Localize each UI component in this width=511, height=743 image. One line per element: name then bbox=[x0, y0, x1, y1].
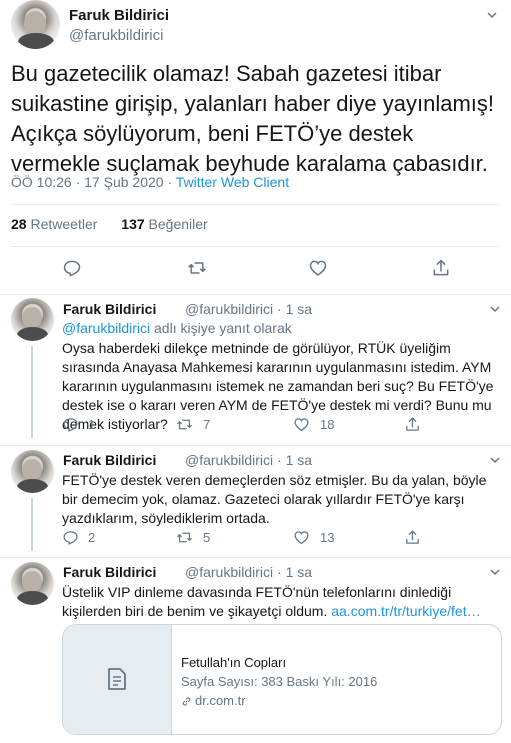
author-name[interactable]: Faruk Bildirici bbox=[63, 452, 156, 468]
document-icon bbox=[108, 668, 126, 690]
like-count: 18 bbox=[320, 417, 335, 432]
chevron-down-icon[interactable] bbox=[490, 304, 500, 314]
reply-icon[interactable] bbox=[62, 529, 79, 546]
author-name[interactable]: Faruk Bildirici bbox=[63, 301, 156, 317]
retweet-count: 5 bbox=[203, 530, 211, 545]
reply-link[interactable]: aa.com.tr/tr/turkiye/fet… bbox=[331, 603, 480, 619]
card-domain-row: dr.com.tr bbox=[181, 693, 246, 708]
heart-icon[interactable] bbox=[293, 529, 310, 546]
reply-text: Üstelik VIP dinleme davasında FETÖ'nün t… bbox=[62, 583, 502, 621]
avatar[interactable] bbox=[11, 562, 54, 605]
reply-count: 2 bbox=[88, 530, 96, 545]
reply-actions: 2 5 13 bbox=[0, 529, 511, 549]
author-name[interactable]: Faruk Bildirici bbox=[63, 564, 156, 580]
reply-count: 1 bbox=[88, 417, 96, 432]
retweet-count: 7 bbox=[203, 417, 211, 432]
card-title: Fetullah'ın Copları bbox=[181, 655, 287, 670]
retweet-icon[interactable] bbox=[176, 416, 193, 433]
reply-icon[interactable] bbox=[62, 416, 79, 433]
reply-actions: 1 7 18 bbox=[0, 416, 511, 436]
divider bbox=[0, 557, 511, 558]
reply-text: FETÖ'ye destek veren demeçlerden söz etm… bbox=[62, 472, 487, 526]
avatar[interactable] bbox=[11, 450, 54, 493]
card-thumbnail bbox=[63, 625, 172, 734]
like-count: 13 bbox=[320, 530, 335, 545]
reply-to-line: @farukbildirici adlı kişiye yanıt olarak bbox=[62, 320, 292, 336]
reply-to-handle[interactable]: @farukbildirici bbox=[62, 320, 150, 336]
reply-tweet: Faruk Bildirici @farukbildirici · 1 sa @… bbox=[0, 0, 511, 743]
chevron-down-icon[interactable] bbox=[490, 567, 500, 577]
handle-time[interactable]: @farukbildirici · 1 sa bbox=[185, 452, 312, 468]
retweet-icon[interactable] bbox=[176, 529, 193, 546]
heart-icon[interactable] bbox=[293, 416, 310, 433]
share-icon[interactable] bbox=[404, 416, 421, 433]
handle-time[interactable]: @farukbildirici · 1 sa bbox=[185, 564, 312, 580]
card-domain: dr.com.tr bbox=[195, 693, 246, 708]
handle-time[interactable]: @farukbildirici · 1 sa bbox=[185, 301, 312, 317]
share-icon[interactable] bbox=[404, 529, 421, 546]
link-card[interactable]: Fetullah'ın Copları Sayfa Sayısı: 383 Ba… bbox=[62, 624, 502, 735]
avatar[interactable] bbox=[11, 298, 54, 341]
link-icon bbox=[182, 697, 191, 706]
card-description: Sayfa Sayısı: 383 Baskı Yılı: 2016 bbox=[181, 674, 378, 689]
divider bbox=[0, 445, 511, 446]
reply-to-text: adlı kişiye yanıt olarak bbox=[150, 320, 292, 336]
chevron-down-icon[interactable] bbox=[490, 455, 500, 465]
